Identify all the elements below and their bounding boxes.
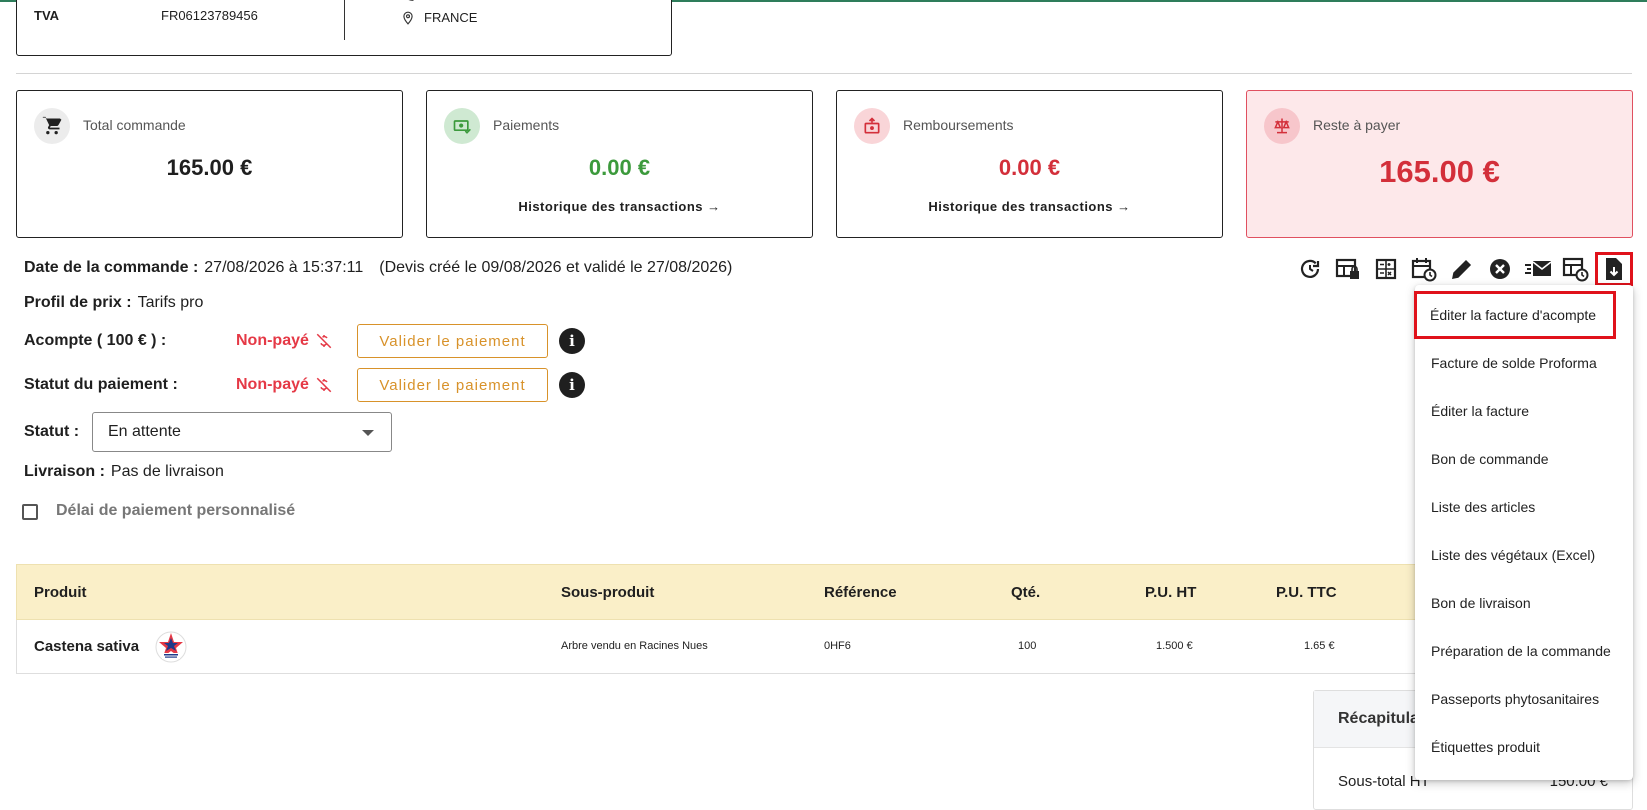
th-reference: Référence	[824, 584, 897, 601]
reste-a-payer-card: Reste à payer 165.00 €	[1246, 90, 1633, 238]
cell-pu-ttc: 1.65 €	[1304, 640, 1335, 652]
statut-row: Statut :	[24, 423, 85, 441]
total-commande-amount: 165.00 €	[166, 155, 253, 180]
menu-item-bon-livraison[interactable]: Bon de livraison	[1415, 579, 1633, 627]
order-actions-toolbar	[1291, 252, 1633, 286]
country-value: FRANCE	[424, 10, 478, 25]
devis-note: (Devis créé le 09/08/2026 et validé le 2…	[379, 259, 733, 276]
currency-off-icon	[316, 377, 332, 393]
payment-status-label: Statut du paiement :	[24, 376, 178, 393]
section-divider	[16, 73, 1632, 74]
menu-item-etiquettes-produit[interactable]: Étiquettes produit	[1415, 723, 1633, 771]
reste-a-payer-amount: 165.00 €	[1379, 154, 1500, 189]
cell-pu-ht: 1.500 €	[1156, 640, 1193, 652]
order-date-label: Date de la commande :	[24, 259, 199, 276]
cash-refund-icon	[854, 108, 890, 144]
livraison-row: Livraison : Pas de livraison	[24, 463, 224, 481]
delai-paiement-label: Délai de paiement personnalisé	[56, 502, 296, 519]
phone-icon	[410, 0, 414, 1]
total-commande-card: Total commande 165.00 €	[16, 90, 403, 238]
table-lock-icon[interactable]	[1329, 252, 1367, 286]
client-info-card: TVA FR06123789456 0708019101010 FRANCE	[16, 0, 672, 56]
payment-status-text: Non-payé	[236, 376, 309, 393]
menu-item-liste-articles[interactable]: Liste des articles	[1415, 483, 1633, 531]
map-marker-icon	[403, 11, 413, 25]
table-clock-icon[interactable]	[1557, 252, 1595, 286]
email-fast-icon[interactable]	[1519, 252, 1557, 286]
livraison-label: Livraison :	[24, 463, 105, 480]
cash-check-icon	[444, 108, 480, 144]
th-quantite: Qté.	[1011, 584, 1041, 601]
delai-paiement-checkbox[interactable]	[22, 504, 38, 520]
th-pu-ht: P.U. HT	[1145, 584, 1197, 601]
cell-sous-produit: Arbre vendu en Racines Nues	[561, 640, 708, 652]
phone-value: 0708019101010	[424, 0, 518, 2]
menu-item-liste-vegetaux[interactable]: Liste des végétaux (Excel)	[1415, 531, 1633, 579]
table-header: Produit Sous-produit Référence Qté. P.U.…	[16, 564, 1632, 620]
info-icon[interactable]: i	[559, 328, 585, 354]
livraison-value: Pas de livraison	[110, 463, 224, 480]
statut-label: Statut :	[24, 423, 80, 440]
statut-select[interactable]: En attente	[92, 412, 392, 452]
chevron-down-icon	[362, 430, 374, 436]
remboursements-amount: 0.00 €	[998, 155, 1061, 180]
acompte-status: Non-payé	[236, 332, 333, 350]
order-date-row: Date de la commande : 27/08/2026 à 15:37…	[24, 259, 732, 277]
scale-balance-icon	[1264, 108, 1300, 144]
menu-item-facture-solde-proforma[interactable]: Facture de solde Proforma	[1415, 339, 1633, 387]
menu-item-editer-facture[interactable]: Éditer la facture	[1415, 387, 1633, 435]
payment-status-row: Statut du paiement :	[24, 376, 184, 394]
remboursements-label: Remboursements	[903, 117, 1014, 133]
fleurs-de-france-logo	[155, 631, 187, 663]
acompte-status-text: Non-payé	[236, 332, 309, 349]
currency-off-icon	[316, 333, 332, 349]
card-divider	[344, 0, 345, 40]
th-produit: Produit	[34, 584, 87, 601]
price-profile-row: Profil de prix : Tarifs pro	[24, 294, 203, 312]
statut-selected-value: En attente	[108, 423, 181, 440]
tva-value: FR06123789456	[161, 8, 258, 23]
calculator-icon[interactable]	[1367, 252, 1405, 286]
file-download-icon[interactable]	[1595, 252, 1633, 286]
payment-status: Non-payé	[236, 376, 333, 394]
tva-label: TVA	[34, 8, 60, 23]
remboursements-card: Remboursements 0.00 € Historique des tra…	[836, 90, 1223, 238]
cart-icon	[34, 108, 70, 144]
acompte-row: Acompte ( 100 € ) :	[24, 332, 172, 350]
info-icon[interactable]: i	[559, 372, 585, 398]
menu-item-passeports-phytosanitaires[interactable]: Passeports phytosanitaires	[1415, 675, 1633, 723]
pencil-icon[interactable]	[1443, 252, 1481, 286]
th-pu-ttc: P.U. TTC	[1276, 584, 1337, 601]
close-circle-icon[interactable]	[1481, 252, 1519, 286]
cell-quantite: 100	[1018, 640, 1037, 652]
order-lines-table: Produit Sous-produit Référence Qté. P.U.…	[16, 564, 1632, 674]
total-commande-label: Total commande	[83, 117, 186, 133]
paiements-label: Paiements	[493, 117, 560, 133]
client-phone: 0708019101010	[401, 0, 518, 2]
remboursements-history-link[interactable]: Historique des transactions →	[837, 199, 1222, 214]
paiements-card: Paiements 0.00 € Historique des transact…	[426, 90, 813, 238]
price-profile-value: Tarifs pro	[137, 294, 204, 311]
acompte-label: Acompte ( 100 € ) :	[24, 332, 167, 349]
cell-reference: 0HF6	[824, 640, 851, 652]
download-documents-menu: Éditer la facture d'acompte Facture de s…	[1414, 285, 1633, 780]
calendar-clock-icon[interactable]	[1405, 252, 1443, 286]
menu-item-preparation-commande[interactable]: Préparation de la commande	[1415, 627, 1633, 675]
reste-a-payer-label: Reste à payer	[1313, 117, 1401, 133]
history-icon[interactable]	[1291, 252, 1329, 286]
client-country: FRANCE	[401, 10, 477, 25]
valider-paiement-button[interactable]: Valider le paiement	[357, 368, 548, 402]
cell-produit: Castena sativa	[34, 638, 140, 655]
menu-item-facture-acompte[interactable]: Éditer la facture d'acompte	[1414, 291, 1616, 339]
paiements-history-link[interactable]: Historique des transactions →	[427, 199, 812, 214]
order-date-value: 27/08/2026 à 15:37:11	[204, 259, 364, 276]
valider-acompte-button[interactable]: Valider le paiement	[357, 324, 548, 358]
paiements-amount: 0.00 €	[588, 155, 651, 180]
price-profile-label: Profil de prix :	[24, 294, 132, 311]
table-row[interactable]: Castena sativa Arbre vendu en Racines Nu…	[16, 620, 1632, 674]
th-sous-produit: Sous-produit	[561, 584, 655, 601]
menu-item-bon-commande[interactable]: Bon de commande	[1415, 435, 1633, 483]
